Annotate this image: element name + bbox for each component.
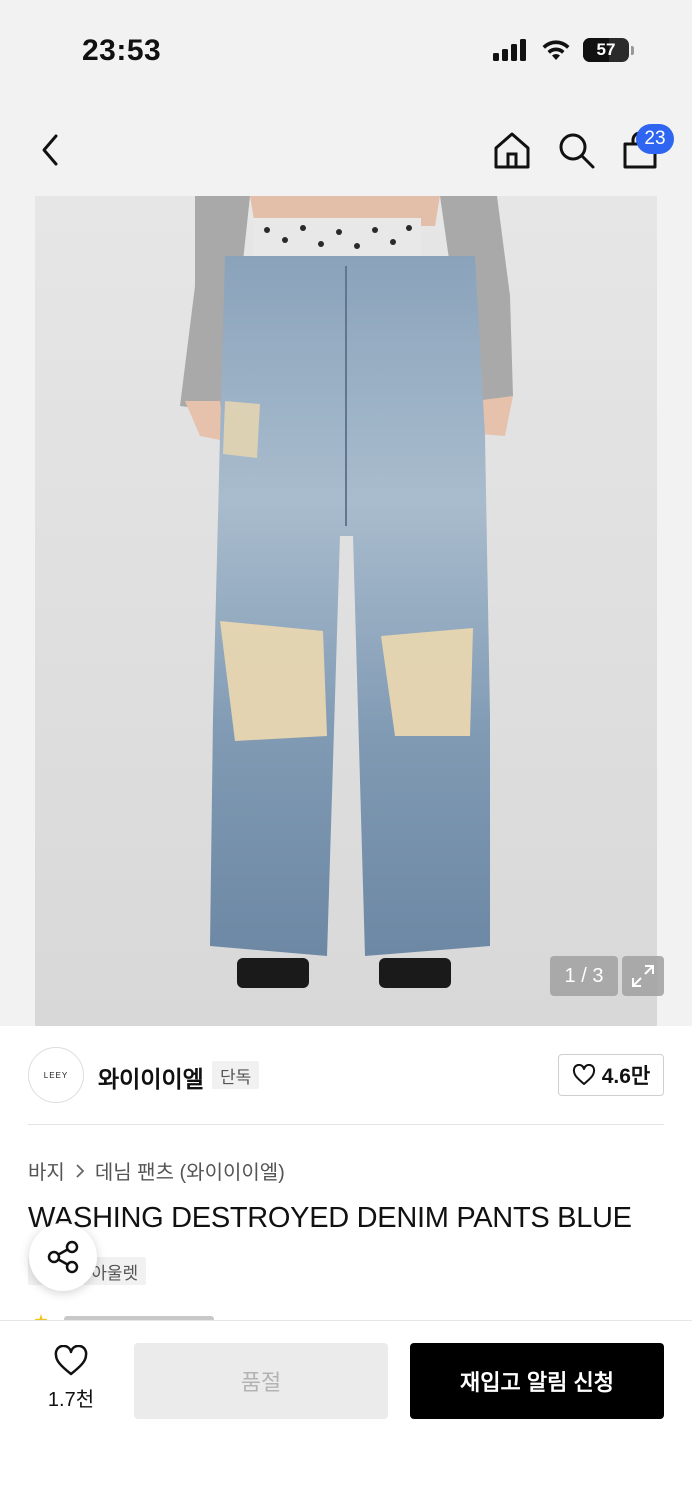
heart-icon <box>54 1345 88 1376</box>
restock-alert-button[interactable]: 재입고 알림 신청 <box>410 1343 664 1419</box>
product-title: WASHING DESTROYED DENIM PANTS BLUE <box>28 1202 632 1234</box>
wishlist-button[interactable]: 1.7천 <box>36 1345 106 1415</box>
expand-image-button[interactable] <box>622 956 664 996</box>
divider <box>28 1124 664 1125</box>
breadcrumb: 바지 데님 팬츠 (와이이이엘) <box>28 1156 285 1185</box>
share-button[interactable] <box>29 1223 97 1291</box>
back-arrow-icon <box>42 134 58 166</box>
battery-level: 57 <box>596 40 616 59</box>
share-icon <box>47 1240 79 1274</box>
chevron-right-icon <box>76 1163 85 1178</box>
product-gallery[interactable] <box>0 196 692 1026</box>
status-time: 23:53 <box>82 34 162 67</box>
heart-icon <box>572 1064 595 1085</box>
wishlist-count: 1.7천 <box>47 1389 95 1411</box>
back-button[interactable] <box>28 128 72 172</box>
image-page-indicator: 1 / 3 <box>550 956 618 996</box>
home-button[interactable] <box>490 128 534 172</box>
status-icons: 57 <box>493 38 634 62</box>
brand-name[interactable]: 와이이이엘 <box>98 1060 204 1094</box>
battery-icon: 57 <box>583 38 629 62</box>
product-image <box>35 196 657 1026</box>
brand-like-button[interactable]: 4.6만 <box>558 1054 664 1096</box>
cart-count-badge: 23 <box>636 124 674 154</box>
brand-row: LEEY 와이이이엘 단독 4.6만 <box>0 1026 692 1126</box>
brand-logo[interactable]: LEEY <box>28 1047 84 1103</box>
home-icon <box>494 132 530 169</box>
wifi-icon <box>542 40 570 60</box>
battery-cap <box>631 45 634 55</box>
nav-bar <box>0 100 692 196</box>
brand-exclusive-tag: 단독 <box>212 1061 260 1089</box>
soldout-button[interactable]: 품절 <box>134 1343 388 1419</box>
expand-icon <box>632 965 654 987</box>
brand-like-count: 4.6만 <box>601 1065 651 1088</box>
product-photo <box>180 196 513 988</box>
status-bar: 23:53 57 <box>0 0 692 100</box>
search-icon <box>559 133 595 169</box>
signal-icon <box>493 39 526 61</box>
bottom-action-bar: 1.7천 품절 재입고 알림 신청 <box>0 1320 692 1500</box>
breadcrumb-category[interactable]: 바지 <box>28 1156 65 1185</box>
search-button[interactable] <box>554 128 598 172</box>
breadcrumb-subcategory[interactable]: 데님 팬츠 (와이이이엘) <box>95 1156 285 1185</box>
